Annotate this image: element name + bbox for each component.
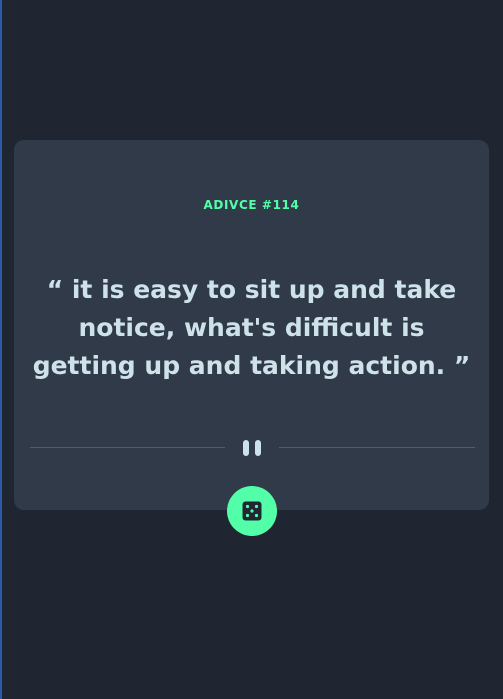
pause-icon xyxy=(241,440,263,456)
advice-card: ADIVCE #114 “ it is easy to sit up and t… xyxy=(14,140,489,510)
window-edge xyxy=(0,0,2,699)
generate-advice-button[interactable] xyxy=(227,486,277,536)
advice-quote: “ it is easy to sit up and take notice, … xyxy=(32,275,471,380)
divider-line-left xyxy=(30,447,225,448)
pattern-divider xyxy=(30,437,475,457)
advice-number: ADIVCE #114 xyxy=(203,198,300,212)
divider-line-right xyxy=(279,447,475,448)
dice-icon xyxy=(242,501,262,521)
